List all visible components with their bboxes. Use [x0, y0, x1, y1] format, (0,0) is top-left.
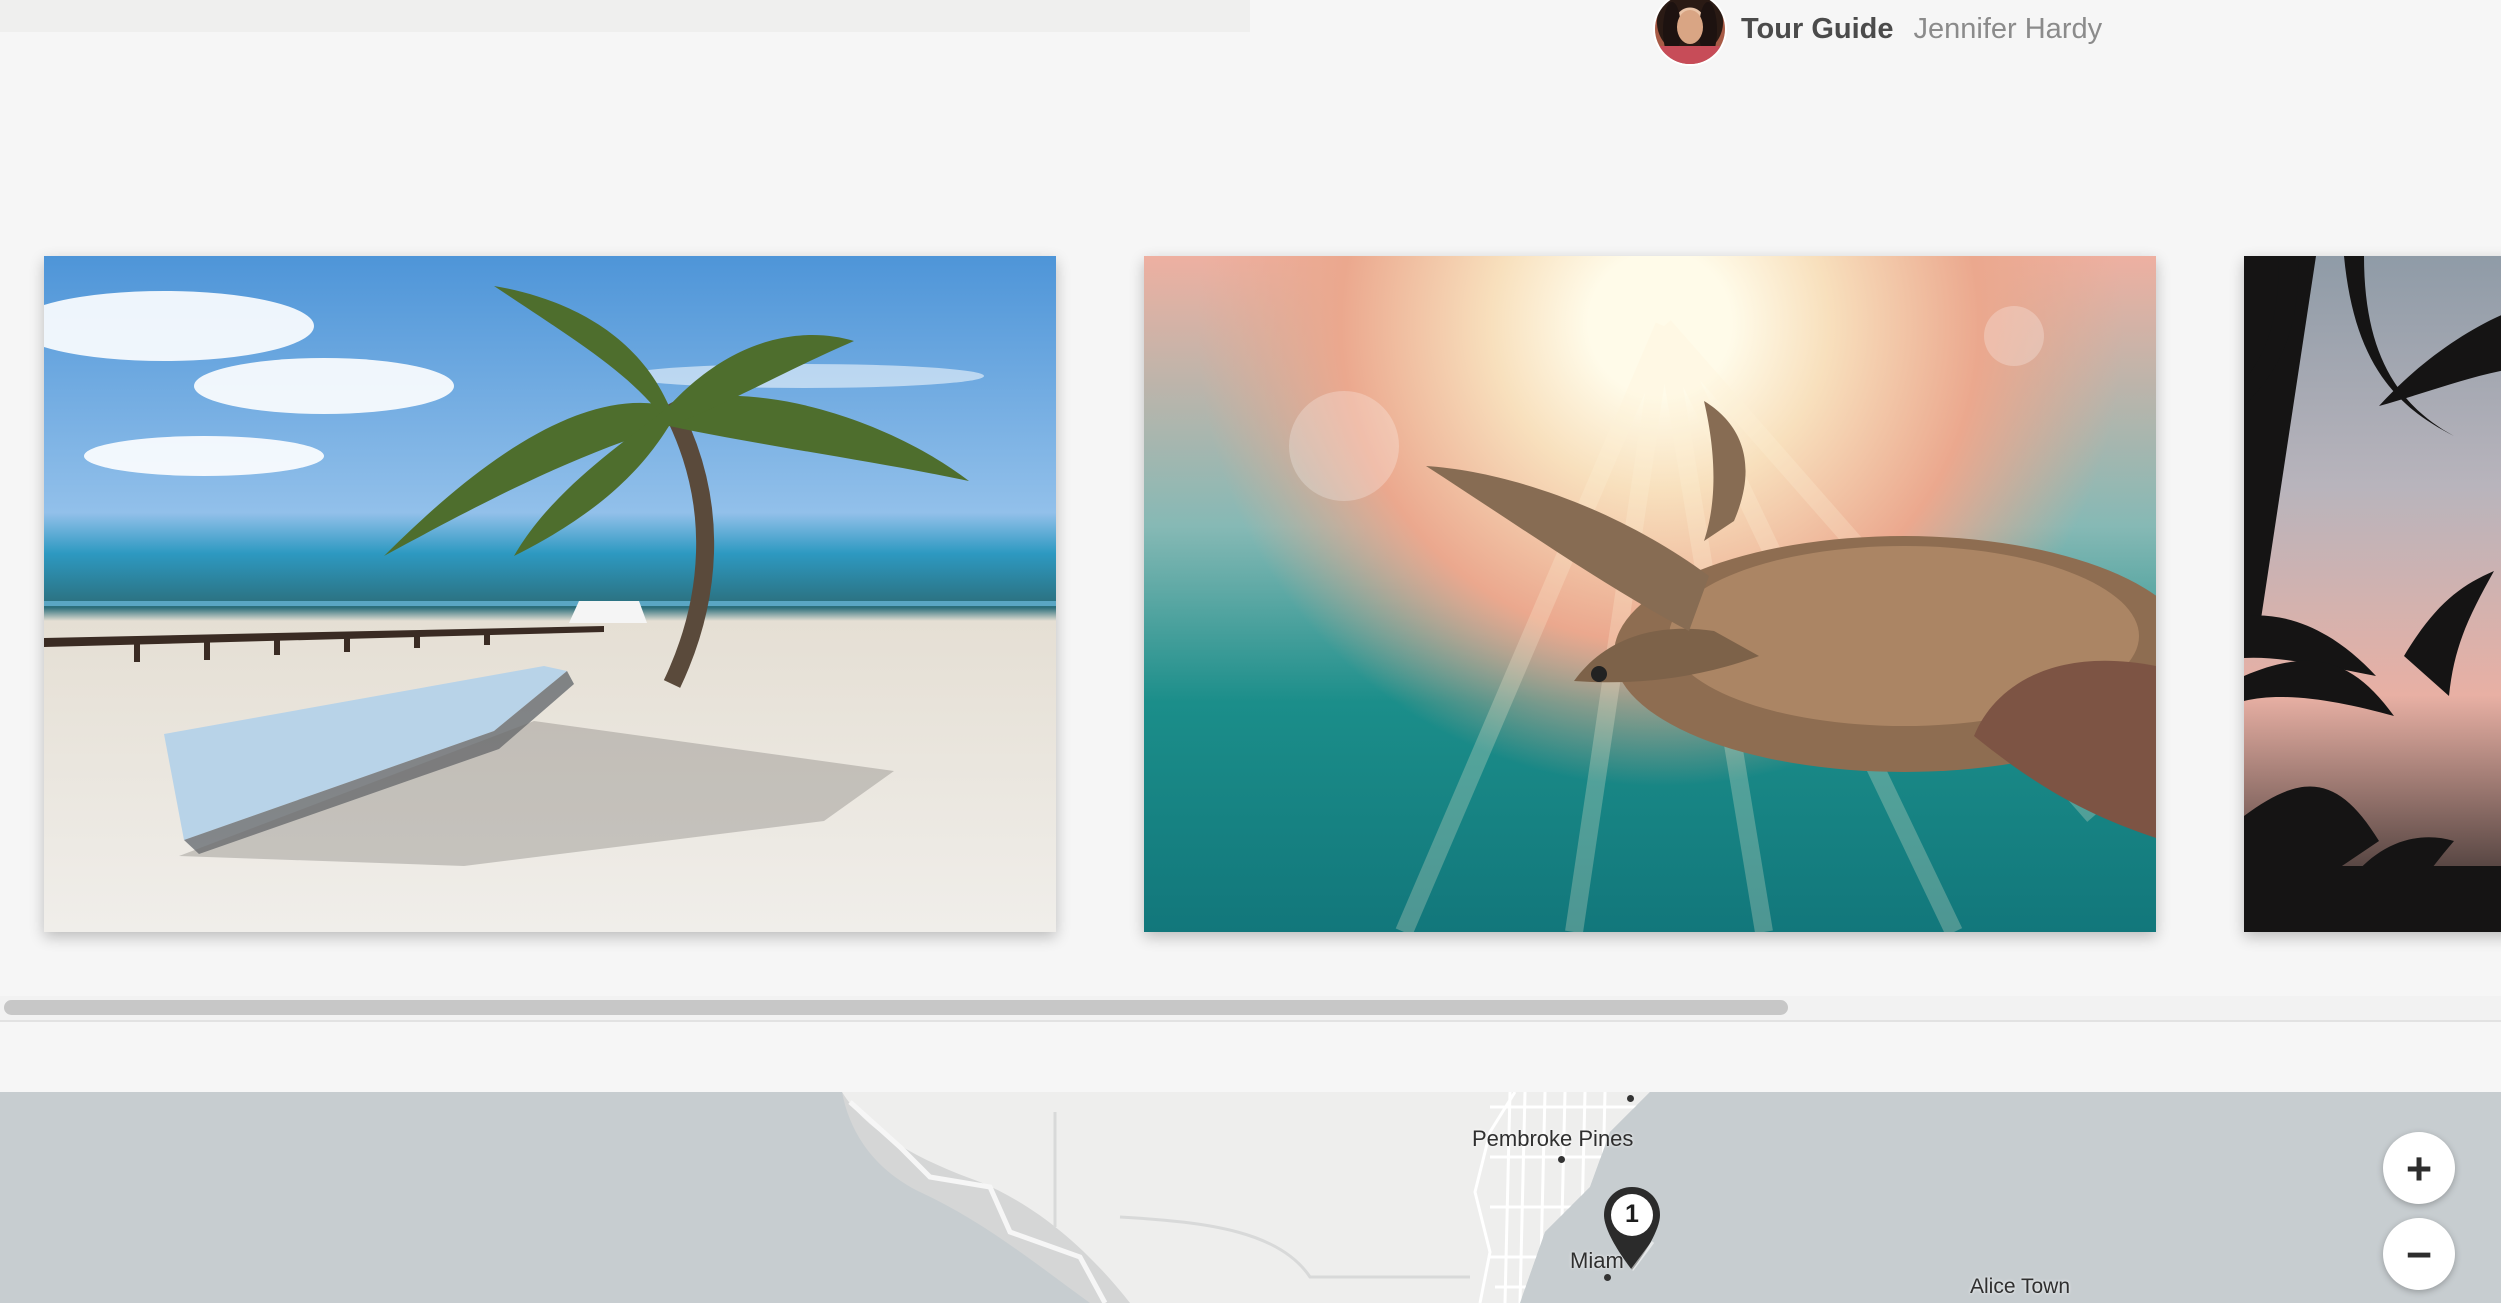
tour-guide-info: Tour Guide Jennifer Hardy [1655, 0, 2102, 64]
palm-trees-sunset-photo[interactable] [2244, 256, 2501, 932]
gallery-scrollbar-thumb[interactable] [4, 1000, 1788, 1015]
guide-role-label: Tour Guide [1741, 12, 1894, 45]
map-marker-number: 1 [1625, 1200, 1639, 1228]
beach-palm-tree-photo[interactable] [44, 256, 1056, 932]
guide-name-label: Jennifer Hardy [1913, 12, 2103, 45]
map-label-alice-town: Alice Town [1970, 1275, 2070, 1298]
map-location-marker[interactable]: 1 [1601, 1184, 1663, 1278]
photo-gallery[interactable] [0, 232, 2501, 972]
zoom-out-button[interactable]: − [2383, 1218, 2455, 1290]
top-search-strip[interactable] [0, 0, 1250, 32]
map-label-pembroke-pines: Pembroke Pines [1472, 1126, 1634, 1151]
sea-turtle-photo[interactable] [1144, 256, 2156, 932]
zoom-in-button[interactable]: + [2383, 1132, 2455, 1204]
guide-avatar[interactable] [1655, 0, 1725, 64]
tour-map[interactable]: Pembroke Pines Miam Alice Town 1 + − [0, 1092, 2501, 1303]
gallery-horizontal-scrollbar[interactable] [0, 996, 2501, 1022]
